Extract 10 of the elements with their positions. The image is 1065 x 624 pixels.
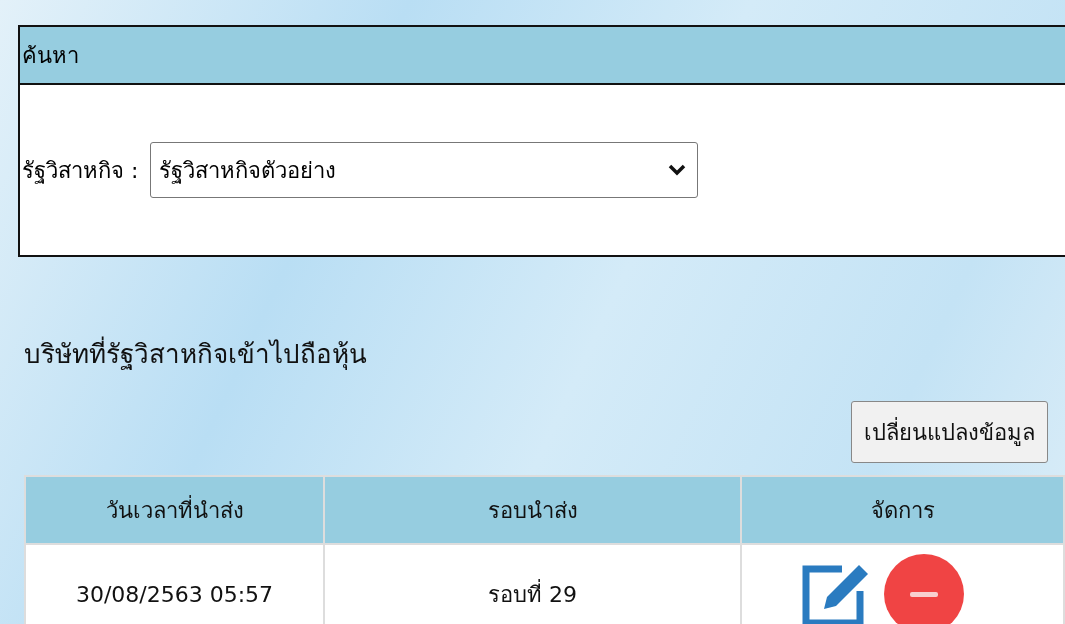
chevron-down-icon: [667, 163, 688, 177]
edit-data-button[interactable]: เปลี่ยนแปลงข้อมูล: [851, 401, 1048, 463]
table-cell: 30/08/2563 05:57: [25, 544, 324, 624]
panel-title: ค้นหา: [22, 41, 79, 70]
column-header: จัดการ: [741, 476, 1064, 544]
column-header: วันเวลาที่นำส่ง: [25, 476, 324, 544]
field-label: รัฐวิสาหกิจ :: [22, 156, 139, 186]
column-header: รอบนำส่ง: [324, 476, 741, 544]
enterprise-dropdown[interactable]: รัฐวิสาหกิจตัวอย่าง: [150, 142, 699, 198]
section-title: บริษัทที่รัฐวิสาหกิจเข้าไปถือหุ้น: [24, 333, 1065, 373]
